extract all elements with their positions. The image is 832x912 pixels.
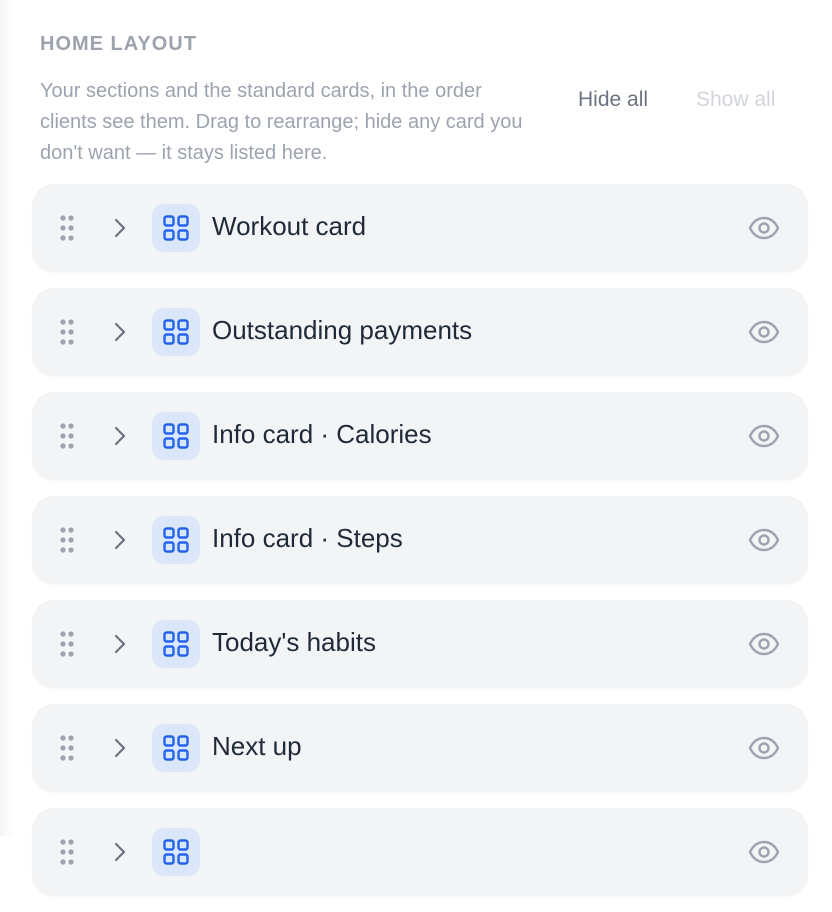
card-label: Outstanding payments (212, 315, 473, 345)
card-label: Workout card (212, 211, 367, 241)
chevron-right-icon[interactable] (112, 425, 128, 447)
card-label: Today's habits (212, 627, 376, 657)
grid-icon (152, 620, 200, 668)
grid-icon (152, 516, 200, 564)
drag-handle-icon[interactable] (60, 319, 74, 345)
card-label: Info card · Steps (212, 523, 403, 553)
show-all-button[interactable]: Show all (696, 88, 775, 112)
eye-icon[interactable] (748, 214, 780, 242)
drag-handle-icon[interactable] (60, 839, 74, 865)
drag-handle-icon[interactable] (60, 423, 74, 449)
card-label: Info card · Calories (212, 419, 432, 449)
card-list: Workout card Outstanding payments Info c… (32, 184, 808, 912)
card-label: Next up (212, 731, 302, 761)
section-description: Your sections and the standard cards, in… (40, 80, 523, 164)
layout-card[interactable]: Info card · Steps (32, 496, 808, 584)
eye-icon[interactable] (748, 318, 780, 346)
eye-icon[interactable] (748, 526, 780, 554)
layout-card[interactable]: Today's habits (32, 600, 808, 688)
grid-icon (152, 308, 200, 356)
grid-icon (152, 412, 200, 460)
hide-all-button[interactable]: Hide all (578, 88, 648, 112)
chevron-right-icon[interactable] (112, 841, 128, 863)
layout-card[interactable] (32, 808, 808, 896)
chevron-right-icon[interactable] (112, 529, 128, 551)
layout-card[interactable]: Next up (32, 704, 808, 792)
eye-icon[interactable] (748, 734, 780, 762)
drag-handle-icon[interactable] (60, 631, 74, 657)
chevron-right-icon[interactable] (112, 321, 128, 343)
eye-icon[interactable] (748, 838, 780, 866)
section-title: HOME LAYOUT (40, 33, 197, 55)
drag-handle-icon[interactable] (60, 735, 74, 761)
drag-handle-icon[interactable] (60, 527, 74, 553)
eye-icon[interactable] (748, 422, 780, 450)
grid-icon (152, 828, 200, 876)
home-layout-panel: HOME LAYOUT Your sections and the standa… (32, 0, 808, 896)
grid-icon (152, 724, 200, 772)
layout-card[interactable]: Outstanding payments (32, 288, 808, 376)
eye-icon[interactable] (748, 630, 780, 658)
chevron-right-icon[interactable] (112, 217, 128, 239)
chevron-right-icon[interactable] (112, 737, 128, 759)
chevron-right-icon[interactable] (112, 633, 128, 655)
sidebar-edge (0, 0, 14, 836)
grid-icon (152, 204, 200, 252)
layout-card[interactable]: Info card · Calories (32, 392, 808, 480)
drag-handle-icon[interactable] (60, 215, 74, 241)
layout-card[interactable]: Workout card (32, 184, 808, 272)
